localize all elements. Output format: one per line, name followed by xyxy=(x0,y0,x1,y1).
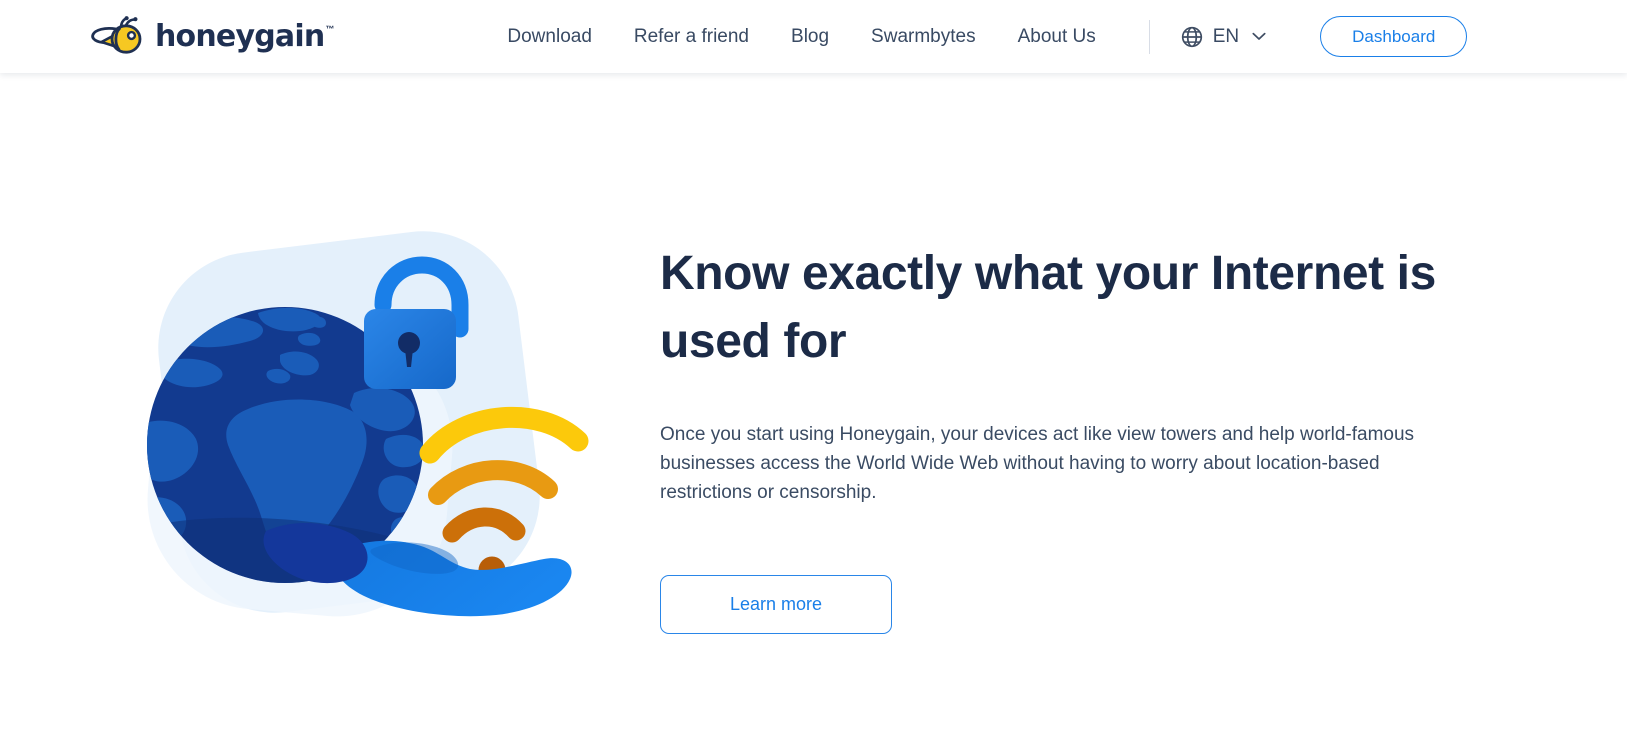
logo-wordmark: honeygain xyxy=(155,18,325,54)
nav-link-refer-a-friend[interactable]: Refer a friend xyxy=(613,27,770,46)
nav-link-blog[interactable]: Blog xyxy=(770,27,850,46)
logo-trademark: ™ xyxy=(325,23,335,34)
hero-copy-block: Know exactly what your Internet is used … xyxy=(660,240,1460,634)
nav-link-swarmbytes[interactable]: Swarmbytes xyxy=(850,27,997,46)
header-divider xyxy=(1148,19,1150,54)
learn-more-button[interactable]: Learn more xyxy=(660,574,892,634)
hero-description: Once you start using Honeygain, your dev… xyxy=(660,424,1415,504)
globe-padlock-wifi-hand-illustration xyxy=(140,213,620,643)
hero-section: Know exactly what your Internet is used … xyxy=(0,73,1627,731)
nav-link-about-us[interactable]: About Us xyxy=(997,27,1117,46)
site-header: honeygain ™ Download Refer a friend Blog… xyxy=(0,0,1627,73)
page-title: Know exactly what your Internet is used … xyxy=(660,247,1436,369)
chevron-down-icon xyxy=(1248,32,1266,41)
language-code: EN xyxy=(1212,26,1240,47)
globe-icon xyxy=(1180,25,1204,49)
dashboard-button[interactable]: Dashboard xyxy=(1320,16,1468,57)
header-right-cluster: EN Dashboard xyxy=(1117,16,1468,57)
main-navigation: Download Refer a friend Blog Swarmbytes … xyxy=(486,27,1116,46)
language-selector[interactable]: EN xyxy=(1178,21,1268,53)
logo-home-link[interactable]: honeygain ™ xyxy=(88,15,335,58)
nav-link-download[interactable]: Download xyxy=(486,27,613,46)
bee-icon xyxy=(88,15,146,58)
